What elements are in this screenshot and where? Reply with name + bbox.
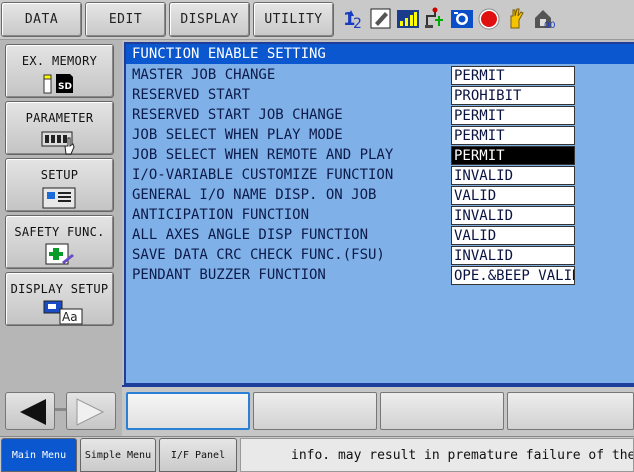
setting-name: SAVE DATA CRC CHECK FUNC.(FSU)	[132, 247, 385, 263]
screen-title: FUNCTION ENABLE SETTING	[126, 44, 634, 64]
if-panel-tab[interactable]: I/F Panel	[159, 438, 237, 472]
function-button-1[interactable]	[126, 392, 250, 430]
hand-hold-icon	[504, 5, 528, 31]
setting-name: ALL AXES ANGLE DISP FUNCTION	[132, 227, 369, 243]
parameter-icon	[40, 128, 80, 155]
message-line: info. may result in premature failure of…	[240, 438, 634, 472]
sd-card-icon: SD	[40, 71, 80, 95]
setting-value[interactable]: VALID	[451, 226, 575, 245]
safety-func-button[interactable]: SAFETY FUNC.	[5, 215, 114, 269]
parameter-button[interactable]: PARAMETER	[5, 101, 114, 155]
setting-value[interactable]: PERMIT	[451, 146, 575, 165]
setting-value[interactable]: INVALID	[451, 246, 575, 265]
safety-func-label: SAFETY FUNC.	[14, 225, 105, 239]
function-button-2[interactable]	[253, 392, 377, 430]
setting-name: RESERVED START	[132, 87, 251, 103]
setting-name: GENERAL I/O NAME DISP. ON JOB	[132, 187, 377, 203]
menu-edit-button[interactable]: EDIT	[85, 2, 166, 37]
setting-name: I/O-VARIABLE CUSTOMIZE FUNCTION	[132, 167, 394, 183]
menu-data-button[interactable]: DATA	[1, 2, 82, 37]
svg-text:Aa: Aa	[62, 310, 78, 324]
setting-name: RESERVED START JOB CHANGE	[132, 107, 343, 123]
camera-icon	[450, 5, 474, 31]
setting-value[interactable]: OPE.&BEEP VALID	[451, 266, 575, 285]
page-forward-button[interactable]	[66, 392, 116, 430]
main-menu-tab[interactable]: Main Menu	[1, 438, 77, 472]
setup-label: SETUP	[40, 168, 79, 182]
setting-value[interactable]: INVALID	[451, 166, 575, 185]
display-setup-label: DISPLAY SETUP	[10, 282, 109, 296]
menu-utility-button[interactable]: UTILITY	[253, 2, 334, 37]
safety-icon	[40, 242, 80, 266]
simple-menu-tab[interactable]: Simple Menu	[80, 438, 156, 472]
setting-value[interactable]: PROHIBIT	[451, 86, 575, 105]
setup-button[interactable]: SETUP	[5, 158, 114, 212]
setting-name: PENDANT BUZZER FUNCTION	[132, 267, 326, 283]
setting-value[interactable]: PERMIT	[451, 126, 575, 145]
setting-value[interactable]: VALID	[451, 186, 575, 205]
setup-icon	[40, 185, 80, 209]
ex-memory-label: EX. MEMORY	[21, 54, 98, 68]
setting-name: ANTICIPATION FUNCTION	[132, 207, 310, 223]
stop-red-icon	[477, 5, 501, 31]
setting-name: JOB SELECT WHEN PLAY MODE	[132, 127, 343, 143]
setting-name: MASTER JOB CHANGE	[132, 67, 276, 83]
display-setup-button[interactable]: DISPLAY SETUP Aa	[5, 272, 114, 326]
setting-value[interactable]: PERMIT	[451, 66, 575, 85]
svg-text:2: 2	[353, 16, 362, 30]
left-arrow-icon	[20, 399, 46, 425]
display-setup-icon: Aa	[40, 299, 82, 325]
right-arrow-icon	[76, 398, 105, 426]
signal-bars-icon	[396, 5, 420, 31]
menu-display-button[interactable]: DISPLAY	[169, 2, 250, 37]
edit-mode-icon	[369, 5, 393, 31]
svg-text:00: 00	[544, 21, 555, 30]
tool-frame-icon	[423, 5, 447, 31]
setting-value[interactable]: PERMIT	[451, 106, 575, 125]
security-icon: 00	[531, 5, 555, 31]
svg-text:SD: SD	[58, 82, 72, 92]
setting-value[interactable]: INVALID	[451, 206, 575, 225]
function-button-4[interactable]	[507, 392, 634, 430]
ex-memory-button[interactable]: EX. MEMORY SD	[5, 44, 114, 98]
setting-name: JOB SELECT WHEN REMOTE AND PLAY	[132, 147, 394, 163]
parameter-label: PARAMETER	[25, 111, 94, 125]
function-button-3[interactable]	[380, 392, 504, 430]
page-back-button[interactable]	[5, 392, 55, 430]
axis-number-icon: 12	[342, 5, 366, 31]
